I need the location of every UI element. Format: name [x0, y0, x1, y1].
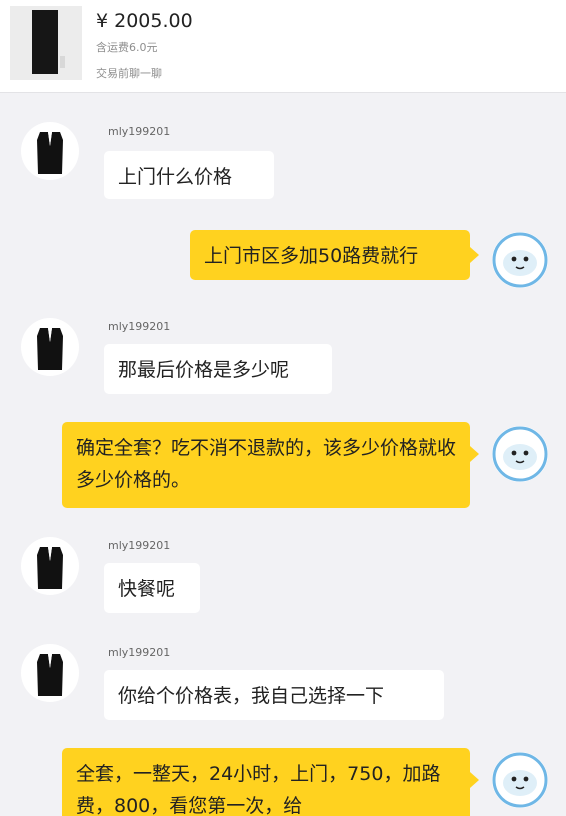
message-bubble[interactable]: 上门市区多加50路费就行: [190, 230, 470, 280]
product-thumbnail[interactable]: [10, 6, 82, 80]
product-header[interactable]: ¥ 2005.00 含运费6.0元 交易前聊一聊: [0, 0, 566, 93]
fish-avatar-icon[interactable]: [492, 752, 548, 808]
vest-avatar-icon[interactable]: [21, 318, 79, 376]
sender-username: mly199201: [108, 646, 171, 659]
message-bubble[interactable]: 确定全套？吃不消不退款的，该多少价格就收多少价格的。: [62, 422, 470, 508]
message-bubble[interactable]: 全套，一整天，24小时，上门，750，加路费，800，看您第一次，给: [62, 748, 470, 816]
fish-avatar-icon[interactable]: [492, 232, 548, 288]
vest-avatar-icon[interactable]: [21, 537, 79, 595]
vest-avatar-icon[interactable]: [21, 122, 79, 180]
message-bubble[interactable]: 快餐呢: [104, 563, 200, 613]
bubble-tail: [470, 772, 479, 788]
message-bubble[interactable]: 你给个价格表，我自己选择一下: [104, 670, 444, 720]
fish-avatar-icon[interactable]: [492, 426, 548, 482]
message-bubble[interactable]: 那最后价格是多少呢: [104, 344, 332, 394]
bubble-tail: [470, 247, 479, 263]
bubble-tail: [470, 446, 479, 462]
shipping-fee: 含运费6.0元: [96, 41, 158, 54]
message-bubble[interactable]: 上门什么价格: [104, 151, 274, 199]
sender-username: mly199201: [108, 125, 171, 138]
vest-avatar-icon[interactable]: [21, 644, 79, 702]
product-price: ¥ 2005.00: [96, 10, 193, 32]
chat-hint: 交易前聊一聊: [96, 67, 162, 80]
sender-username: mly199201: [108, 320, 171, 333]
garment-image: [10, 6, 82, 80]
sender-username: mly199201: [108, 539, 171, 552]
